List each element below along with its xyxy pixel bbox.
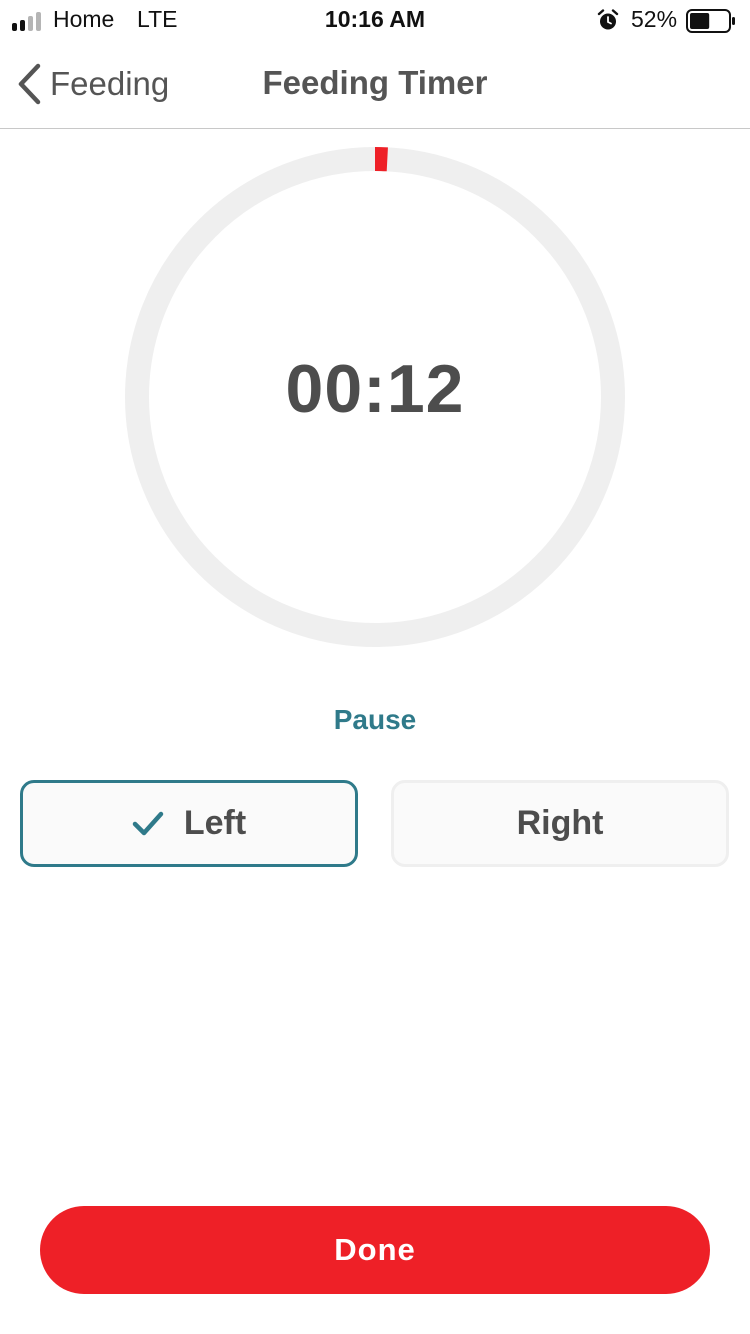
done-button[interactable]: Done: [40, 1206, 710, 1294]
battery-icon: [686, 9, 735, 33]
right-side-button[interactable]: Right: [391, 780, 729, 867]
check-icon: [132, 811, 164, 835]
navigation-bar: Feeding Feeding Timer: [0, 40, 750, 129]
battery-percent: 52%: [631, 6, 678, 32]
page-title: Feeding Timer: [262, 64, 488, 101]
done-label: Done: [334, 1232, 416, 1267]
right-side-label: Right: [516, 804, 604, 842]
left-side-button[interactable]: Left: [20, 780, 358, 867]
timer-display: 00:12: [285, 351, 465, 427]
left-side-label: Left: [183, 804, 247, 842]
status-bar: Home LTE 10:16 AM 52%: [0, 0, 750, 40]
alarm-icon: [597, 9, 619, 30]
pause-button[interactable]: Pause: [275, 704, 475, 736]
